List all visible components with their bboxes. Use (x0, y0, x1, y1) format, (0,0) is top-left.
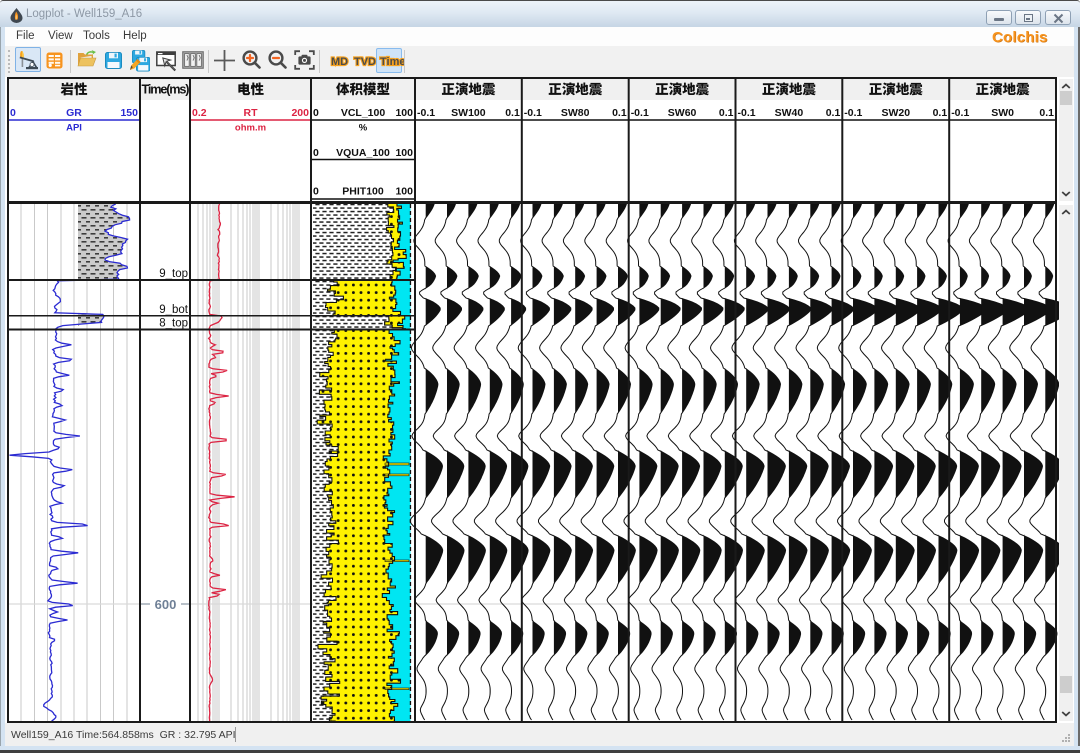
svg-text:%: % (359, 123, 368, 134)
svg-text:0.1: 0.1 (1039, 107, 1054, 119)
svg-text:MD: MD (331, 56, 348, 68)
svg-text:100: 100 (395, 147, 413, 159)
svg-text:9_top: 9_top (159, 268, 188, 280)
svg-text:ohm.m: ohm.m (235, 123, 266, 134)
svg-text:0: 0 (10, 107, 16, 119)
svg-text:0: 0 (313, 107, 319, 119)
svg-text:Time(ms): Time(ms) (142, 83, 190, 97)
svg-text:-0.1: -0.1 (524, 107, 542, 119)
svg-text:API: API (66, 123, 82, 134)
svg-text:-0.1: -0.1 (631, 107, 649, 119)
svg-text:SW0: SW0 (991, 107, 1014, 119)
svg-text:9_bot: 9_bot (159, 304, 189, 316)
svg-text:0.2: 0.2 (192, 107, 207, 119)
svg-text:150: 150 (120, 107, 138, 119)
svg-text:0.1: 0.1 (719, 107, 734, 119)
svg-text:0.1: 0.1 (612, 107, 627, 119)
svg-text:8_top: 8_top (159, 318, 188, 330)
svg-text:SW80: SW80 (561, 107, 590, 119)
svg-text:RT: RT (244, 107, 259, 119)
svg-text:SW40: SW40 (775, 107, 804, 119)
svg-text:0.1: 0.1 (826, 107, 841, 119)
svg-text:0: 0 (313, 186, 319, 198)
svg-text:100: 100 (395, 186, 413, 198)
svg-text:TVD: TVD (354, 56, 376, 68)
svg-text:PHIT100: PHIT100 (342, 186, 384, 198)
svg-text:SW100: SW100 (451, 107, 486, 119)
svg-text:600: 600 (155, 597, 177, 612)
svg-text:-0.1: -0.1 (951, 107, 969, 119)
svg-text:GR: GR (66, 107, 82, 119)
svg-text:VCL_100: VCL_100 (341, 107, 386, 119)
svg-text:SW20: SW20 (882, 107, 911, 119)
svg-text:0: 0 (313, 147, 319, 159)
svg-text:-0.1: -0.1 (844, 107, 862, 119)
svg-text:0.1: 0.1 (505, 107, 520, 119)
svg-text:200: 200 (291, 107, 309, 119)
svg-text:0.1: 0.1 (933, 107, 948, 119)
svg-text:-0.1: -0.1 (417, 107, 435, 119)
svg-text:Time: Time (380, 56, 404, 68)
svg-text:-0.1: -0.1 (738, 107, 756, 119)
svg-text:100: 100 (395, 107, 413, 119)
svg-text:VQUA_100: VQUA_100 (336, 147, 390, 159)
svg-text:SW60: SW60 (668, 107, 697, 119)
